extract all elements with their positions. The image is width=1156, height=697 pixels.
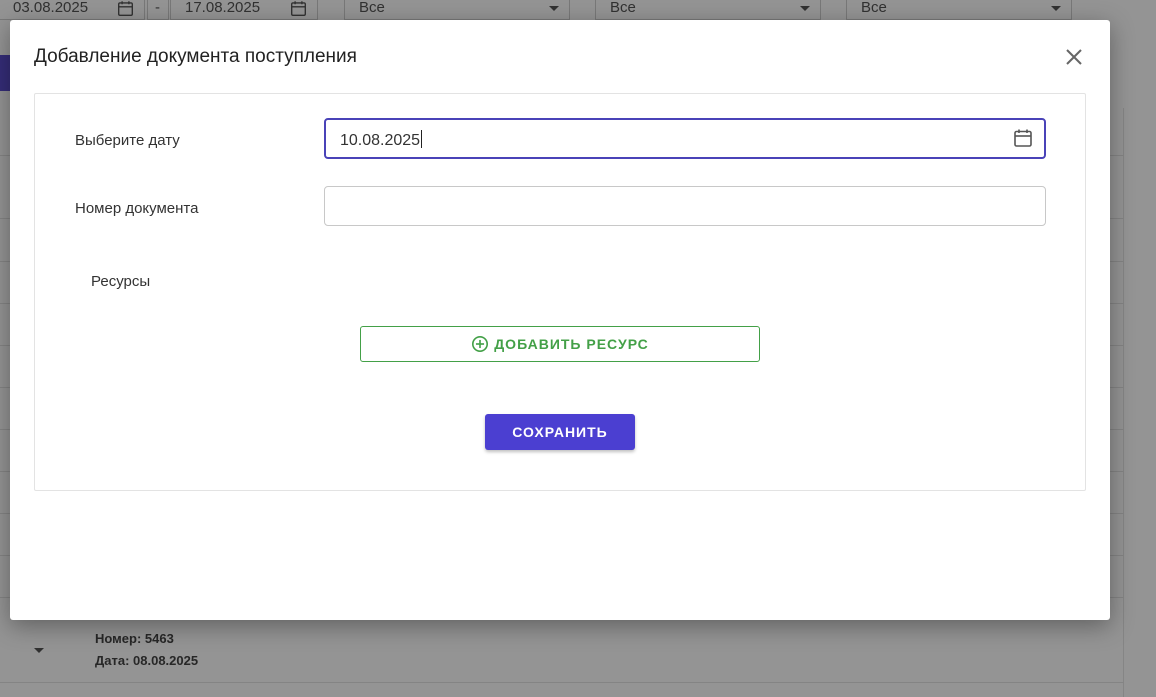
document-number-input[interactable] bbox=[324, 186, 1046, 226]
resources-label: Ресурсы bbox=[91, 273, 151, 290]
dialog-title: Добавление документа поступления bbox=[34, 46, 357, 67]
save-button-label: СОХРАНИТЬ bbox=[512, 424, 608, 440]
date-label: Выберите дату bbox=[75, 132, 180, 149]
form-card: Выберите дату 10.08.2025 Номер документа… bbox=[34, 93, 1086, 491]
text-cursor bbox=[421, 130, 423, 148]
add-receipt-dialog: Добавление документа поступления Выберит… bbox=[10, 20, 1110, 620]
save-button[interactable]: СОХРАНИТЬ bbox=[485, 414, 635, 450]
add-resource-label: ДОБАВИТЬ РЕСУРС bbox=[494, 336, 649, 352]
calendar-icon[interactable] bbox=[1013, 128, 1033, 148]
date-value: 10.08.2025 bbox=[340, 130, 423, 149]
plus-circle-icon bbox=[472, 335, 489, 353]
document-number-label: Номер документа bbox=[75, 200, 199, 217]
close-icon[interactable] bbox=[1062, 45, 1086, 69]
date-picker-input[interactable]: 10.08.2025 bbox=[324, 118, 1046, 159]
add-resource-button[interactable]: ДОБАВИТЬ РЕСУРС bbox=[360, 326, 760, 362]
